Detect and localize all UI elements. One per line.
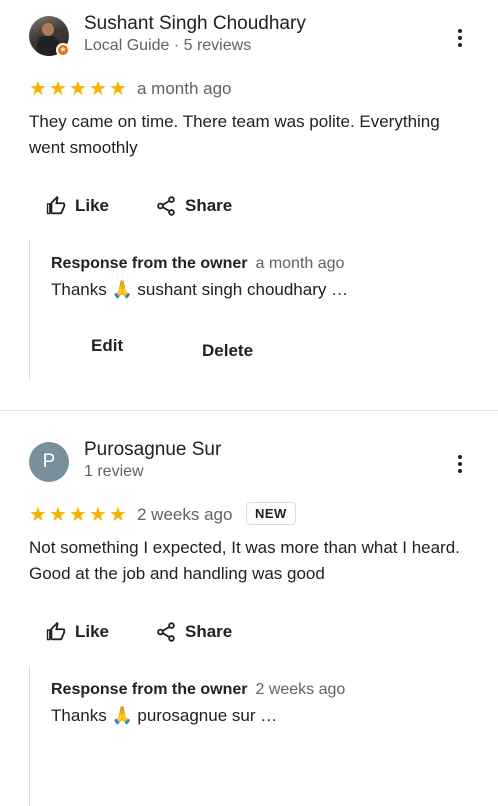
owner-response-date: a month ago [255,255,345,272]
review-text: They came on time. There team was polite… [29,112,440,157]
share-button[interactable]: Share [155,621,232,643]
more-options-icon[interactable] [452,28,468,48]
avatar[interactable]: ★ [29,16,70,57]
local-guide-badge-icon: ★ [56,43,70,57]
star-icon: ★ [49,502,67,526]
star-icon: ★ [69,502,87,526]
share-button[interactable]: Share [155,195,232,217]
review-date: 2 weeks ago [137,505,233,524]
star-icon: ★ [89,502,107,526]
like-label: Like [75,622,110,641]
thumbs-up-icon [46,621,66,641]
edit-button[interactable]: Edit [91,336,123,356]
star-icon: ★ [69,76,87,100]
star-icon: ★ [29,76,47,100]
more-options-icon[interactable] [452,454,468,474]
share-label: Share [185,196,233,215]
star-icon: ★ [109,76,127,100]
rating-stars: ★ ★ ★ ★ ★ [29,76,128,100]
share-label: Share [185,622,233,641]
star-icon: ★ [109,502,127,526]
owner-response-date: 2 weeks ago [255,681,346,698]
reviewer-meta: 1 review [84,463,144,480]
like-button[interactable]: Like [45,195,109,217]
like-label: Like [75,196,110,215]
avatar[interactable]: P [29,442,69,482]
owner-response: Response from the owner a month ago Thank… [29,240,470,380]
like-button[interactable]: Like [45,621,109,643]
reviewer-meta: Local Guide · 5 reviews [84,37,252,54]
owner-response-text[interactable]: Thanks 🙏 sushant singh choudhary … [51,280,348,300]
delete-button[interactable]: Delete [202,341,253,361]
reviewer-name[interactable]: Purosagnue Sur [84,439,221,461]
rating-stars: ★ ★ ★ ★ ★ [29,502,128,526]
divider [0,410,498,411]
new-badge: NEW [246,502,296,525]
star-icon: ★ [89,76,107,100]
share-icon [157,196,175,216]
thumbs-up-icon [46,195,66,215]
review-text: Not something I expected, It was more th… [29,538,460,583]
review-date: a month ago [137,79,232,98]
share-icon [157,622,175,642]
reviewer-name[interactable]: Sushant Singh Choudhary [84,13,306,35]
owner-response-text[interactable]: Thanks 🙏 purosagnue sur … [51,706,277,726]
owner-response-label: Response from the owner [51,255,248,272]
owner-response: Response from the owner 2 weeks ago Thank… [29,666,470,806]
star-icon: ★ [49,76,67,100]
owner-response-label: Response from the owner [51,681,248,698]
star-icon: ★ [29,502,47,526]
